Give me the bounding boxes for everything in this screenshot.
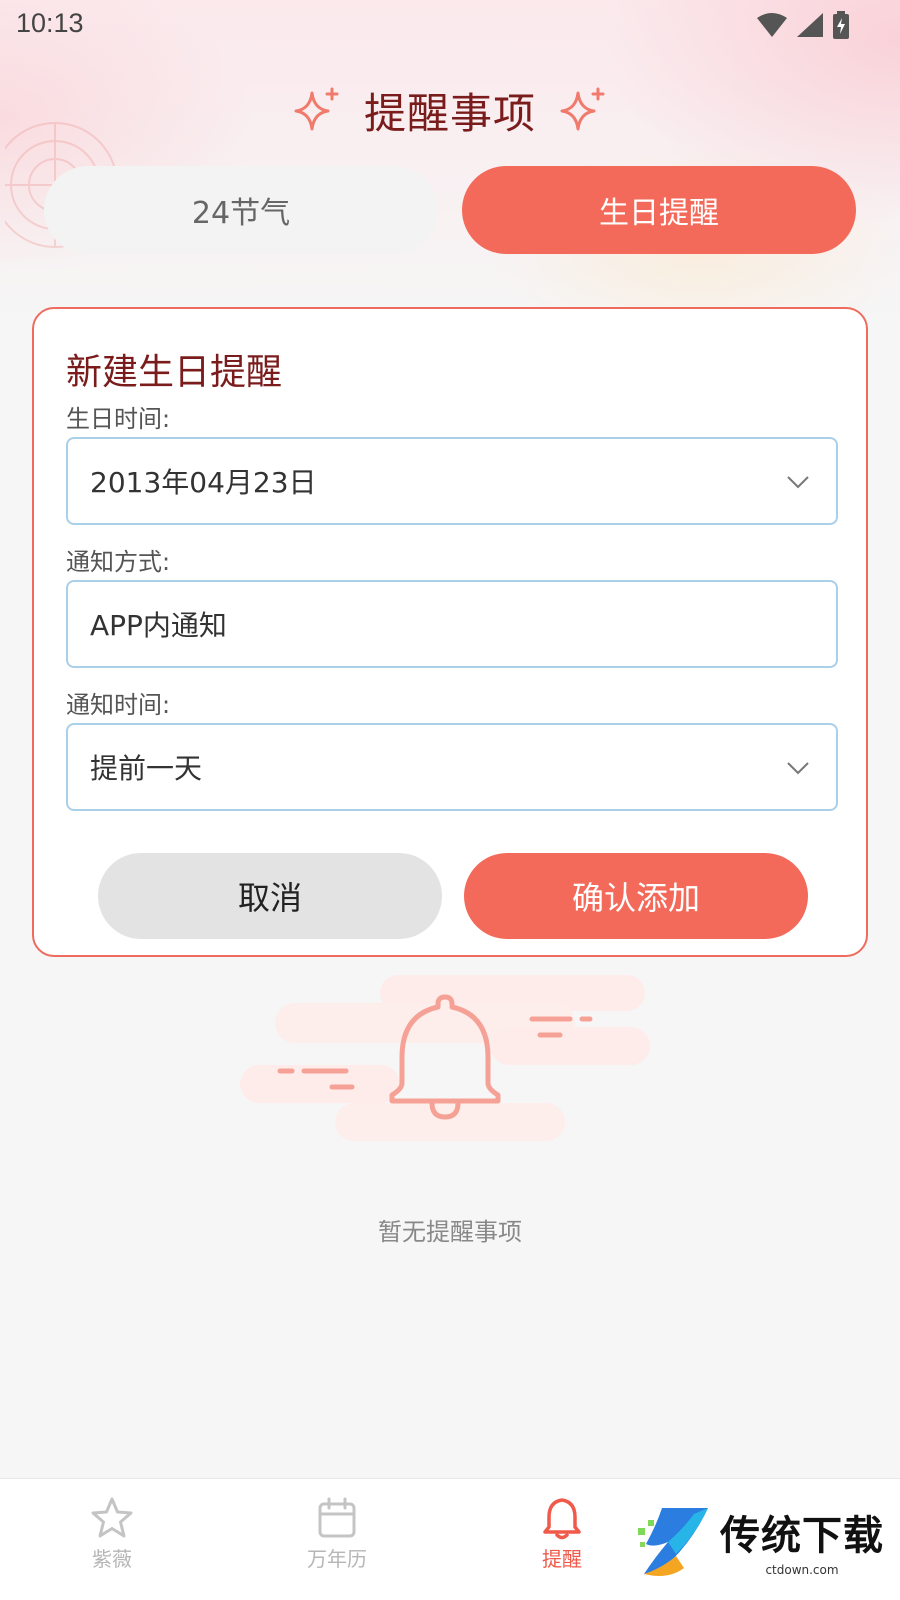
sparkle-icon xyxy=(560,87,605,131)
cell-signal-icon xyxy=(797,13,823,37)
status-time: 10:13 xyxy=(16,8,84,38)
sparkle-icon xyxy=(294,87,339,131)
notify-method-value: APP内通知 xyxy=(90,609,227,642)
notify-time-value: 提前一天 xyxy=(90,752,203,785)
status-icons xyxy=(756,10,850,40)
nav-label-ziwei: 紫薇 xyxy=(92,1547,132,1571)
empty-state-text: 暂无提醒事项 xyxy=(378,1218,522,1246)
battery-icon xyxy=(833,11,849,39)
confirm-add-button[interactable]: 确认添加 xyxy=(464,853,808,939)
nav-label-calendar: 万年历 xyxy=(307,1547,367,1571)
tab-solar-terms[interactable]: 24节气 xyxy=(44,166,438,254)
page-header: 提醒事项 xyxy=(0,80,900,140)
chevron-down-icon xyxy=(787,476,809,489)
watermark-title: 传统下载 xyxy=(720,1513,884,1559)
ctdown-logo-icon xyxy=(638,1508,708,1576)
calendar-icon xyxy=(318,1497,356,1538)
notify-time-select[interactable]: 提前一天 xyxy=(66,723,838,811)
tab-birthday-reminder[interactable]: 生日提醒 xyxy=(462,166,856,254)
notify-time-label: 通知时间: xyxy=(66,691,171,719)
card-title: 新建生日提醒 xyxy=(66,352,283,393)
nav-item-reminder[interactable]: 提醒 xyxy=(502,1495,622,1585)
empty-bell-illustration xyxy=(240,975,650,1141)
bell-icon xyxy=(543,1498,581,1540)
watermark: 传统下载 ctdown.com xyxy=(622,1480,900,1600)
cancel-button[interactable]: 取消 xyxy=(98,853,442,939)
nav-item-ziwei[interactable]: 紫薇 xyxy=(52,1495,172,1585)
page-title: 提醒事项 xyxy=(363,88,536,138)
nav-label-reminder: 提醒 xyxy=(542,1547,582,1571)
nav-item-calendar[interactable]: 万年历 xyxy=(277,1495,397,1585)
new-birthday-reminder-card: 新建生日提醒 生日时间: 2013年04月23日 通知方式: APP内通知 通知… xyxy=(32,307,868,957)
wifi-icon xyxy=(757,13,787,37)
watermark-text: 传统下载 ctdown.com xyxy=(720,1503,884,1577)
notify-method-label: 通知方式: xyxy=(66,548,171,576)
chevron-down-icon xyxy=(787,762,809,775)
status-bar: 10:13 xyxy=(0,0,900,52)
notify-method-field[interactable]: APP内通知 xyxy=(66,580,838,668)
birthday-select[interactable]: 2013年04月23日 xyxy=(66,437,838,525)
star-icon xyxy=(91,1497,133,1538)
watermark-domain: ctdown.com xyxy=(765,1563,839,1577)
birthday-value: 2013年04月23日 xyxy=(90,466,317,499)
birthday-label: 生日时间: xyxy=(66,405,171,433)
